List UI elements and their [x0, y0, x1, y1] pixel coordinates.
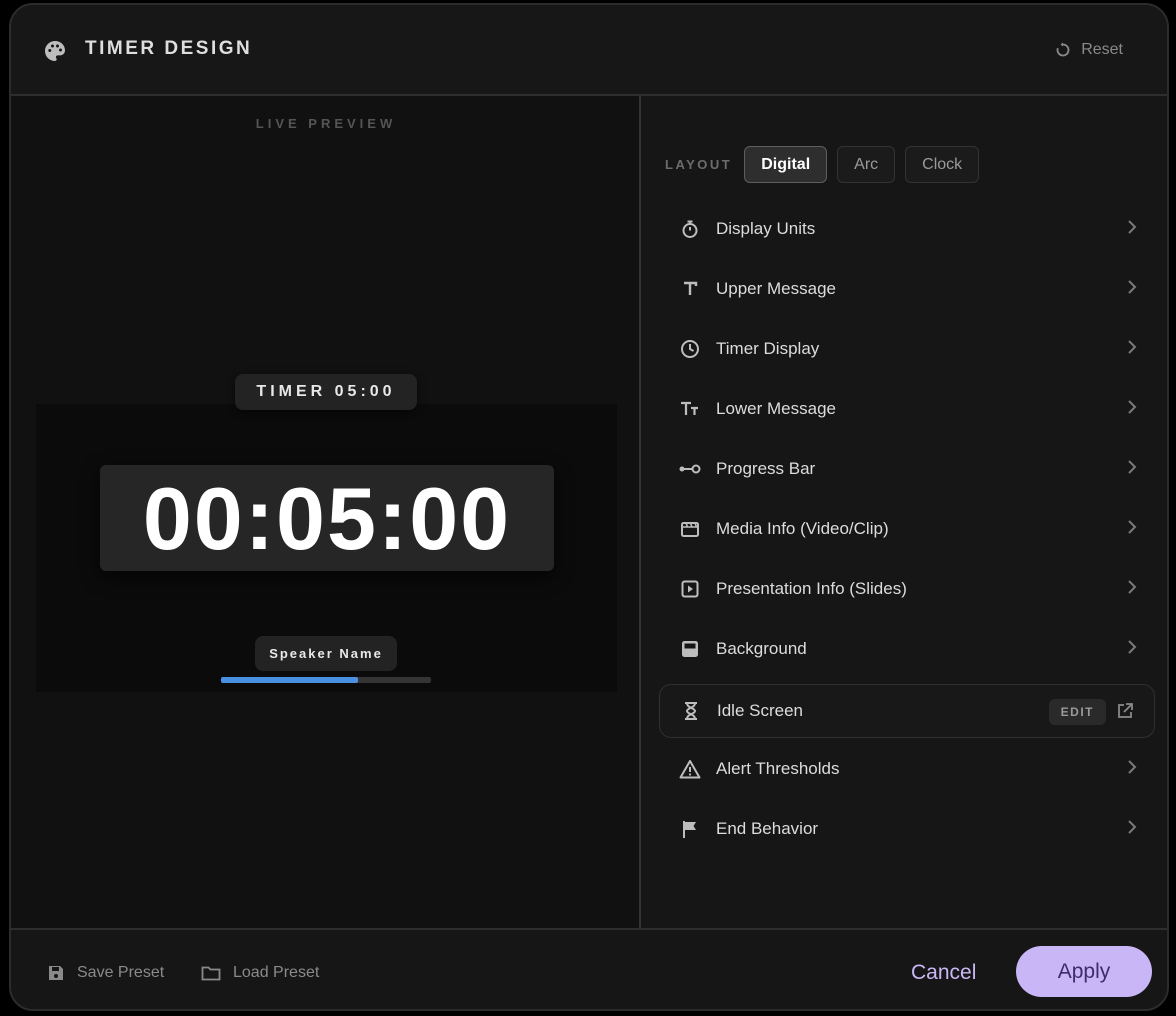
chevron-right-icon — [1128, 640, 1137, 654]
menu-item-media-info[interactable]: Media Info (Video/Clip) — [659, 502, 1155, 556]
menu-item-label: End Behavior — [716, 819, 819, 838]
menu-item-progress-bar[interactable]: Progress Bar — [659, 442, 1155, 496]
reset-icon — [1056, 42, 1070, 57]
external-link-icon[interactable] — [1116, 702, 1134, 720]
text-size-icon — [679, 398, 701, 420]
chevron-right-icon — [1128, 400, 1137, 414]
upper-message-preview: TIMER 05:00 — [235, 374, 417, 410]
load-preset-label: Load Preset — [233, 964, 320, 981]
timer-display-preview: 00:05:00 — [100, 465, 554, 571]
menu-item-idle-screen[interactable]: Idle Screen EDIT — [659, 684, 1155, 738]
save-preset-button[interactable]: Save Preset — [47, 964, 164, 982]
menu-item-presentation-info[interactable]: Presentation Info (Slides) — [659, 562, 1155, 616]
chevron-right-icon — [1128, 460, 1137, 474]
menu-item-upper-message[interactable]: Upper Message — [659, 262, 1155, 316]
progress-bar-fill — [221, 677, 358, 683]
layout-option-arc[interactable]: Arc — [837, 146, 896, 183]
stopwatch-icon — [679, 218, 701, 240]
layout-selector: LAYOUT Digital Arc Clock — [665, 146, 989, 183]
hourglass-icon — [680, 700, 702, 722]
menu-item-background[interactable]: Background — [659, 622, 1155, 676]
play-square-icon — [679, 578, 701, 600]
menu-item-timer-display[interactable]: Timer Display — [659, 322, 1155, 376]
layout-label: LAYOUT — [665, 157, 733, 172]
menu-item-label: Idle Screen — [717, 701, 803, 720]
menu-item-label: Lower Message — [716, 399, 837, 418]
menu-item-label: Display Units — [716, 219, 816, 238]
chevron-right-icon — [1128, 220, 1137, 234]
live-preview-panel: LIVE PREVIEW TIMER 05:00 00:05:00 Speake… — [11, 96, 641, 928]
dialog-header: TIMER DESIGN Reset — [11, 5, 1167, 96]
cancel-button[interactable]: Cancel — [911, 961, 976, 985]
menu-item-label: Upper Message — [716, 279, 837, 298]
warning-icon — [679, 758, 701, 780]
load-preset-button[interactable]: Load Preset — [201, 964, 319, 982]
layout-option-clock[interactable]: Clock — [905, 146, 980, 183]
progress-icon — [679, 458, 701, 480]
chevron-right-icon — [1128, 280, 1137, 294]
menu-item-display-units[interactable]: Display Units — [659, 202, 1155, 256]
save-preset-label: Save Preset — [77, 964, 165, 981]
dialog-title: TIMER DESIGN — [85, 38, 253, 59]
flag-icon — [679, 818, 701, 840]
layout-option-digital[interactable]: Digital — [744, 146, 828, 183]
menu-item-label: Presentation Info (Slides) — [716, 579, 907, 598]
chevron-right-icon — [1128, 520, 1137, 534]
chevron-right-icon — [1128, 760, 1137, 774]
menu-item-alert-thresholds[interactable]: Alert Thresholds — [659, 742, 1155, 796]
menu-item-lower-message[interactable]: Lower Message — [659, 382, 1155, 436]
chevron-right-icon — [1128, 820, 1137, 834]
palette-icon — [45, 41, 65, 61]
clapperboard-icon — [679, 518, 701, 540]
folder-icon — [201, 966, 221, 981]
chevron-right-icon — [1128, 340, 1137, 354]
menu-item-end-behavior[interactable]: End Behavior — [659, 802, 1155, 856]
text-icon — [679, 278, 701, 300]
timer-design-dialog: TIMER DESIGN Reset LIVE PREVIEW TIMER 05… — [9, 3, 1169, 1011]
reset-button[interactable]: Reset — [1055, 41, 1123, 59]
chevron-right-icon — [1128, 580, 1137, 594]
idle-screen-edit-button[interactable]: EDIT — [1048, 699, 1106, 725]
menu-item-label: Media Info (Video/Clip) — [716, 519, 889, 538]
save-icon — [49, 966, 63, 980]
lower-message-preview: Speaker Name — [255, 636, 397, 671]
menu-item-label: Timer Display — [716, 339, 820, 358]
clock-icon — [679, 338, 701, 360]
live-preview-label: LIVE PREVIEW — [255, 116, 397, 131]
background-icon — [679, 638, 701, 660]
menu-item-label: Alert Thresholds — [716, 759, 840, 778]
progress-bar-preview — [221, 677, 431, 683]
reset-label: Reset — [1081, 41, 1123, 58]
menu-item-label: Progress Bar — [716, 459, 816, 478]
dialog-footer: Save Preset Load Preset Cancel Apply — [11, 928, 1167, 1009]
menu-item-label: Background — [716, 639, 807, 658]
settings-panel: LAYOUT Digital Arc Clock Display Units U… — [643, 96, 1167, 928]
apply-button[interactable]: Apply — [1016, 946, 1152, 997]
